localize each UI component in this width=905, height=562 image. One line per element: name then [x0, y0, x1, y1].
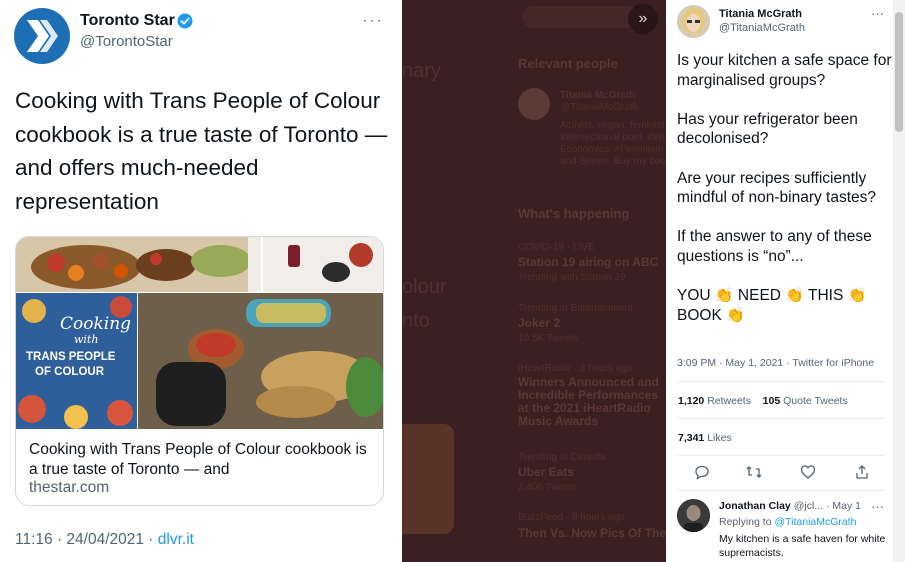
divider — [677, 490, 885, 491]
toronto-star-tweet: Toronto Star @TorontoStar ··· Cooking wi… — [0, 0, 402, 562]
relevant-bio-line: Activist, vegan, feminist. — [560, 120, 666, 131]
book-cover-line3: TRANS PEOPLE — [26, 351, 116, 363]
reply-author[interactable]: Jonathan Clay @jcl... · May 1 — [719, 500, 861, 512]
trend-meta: iHeartRadio · 2 hours ago — [518, 363, 633, 374]
clapping-hands-icon: 👏 — [726, 306, 745, 324]
tweet-timestamp: 11:16 · 24/04/2021 · dlvr.it — [15, 531, 194, 549]
tweet-paragraph: If the answer to any of these questions … — [677, 228, 872, 265]
relevant-person-handle: @TitaniaMcGrath — [560, 102, 639, 113]
author-name[interactable]: Toronto Star — [80, 12, 175, 30]
search-bar — [522, 6, 640, 28]
card-title[interactable]: Cooking with Trans People of Colour cook… — [29, 440, 374, 479]
like-icon[interactable] — [800, 464, 816, 480]
quotes-label: Quote Tweets — [783, 395, 848, 407]
divider — [677, 418, 885, 419]
more-options-icon[interactable]: ··· — [362, 10, 383, 31]
cta-line: YOU 👏 NEED 👏 THIS 👏 BOOK 👏 — [677, 286, 893, 325]
partial-text: nary — [402, 60, 441, 82]
clapping-hands-icon: 👏 — [714, 287, 734, 305]
relevant-bio-line: Economics. #Feminism #A — [560, 144, 666, 155]
tweet-timestamp[interactable]: 3:09 PM · May 1, 2021 · Twitter for iPho… — [677, 357, 874, 369]
trend-thumbnail — [402, 424, 454, 534]
tweet-paragraph: Is your kitchen a safe space for margina… — [677, 52, 892, 89]
trend-title: Joker 2 — [518, 316, 561, 330]
share-icon[interactable] — [854, 464, 870, 480]
replying-handle-link[interactable]: @TitaniaMcGrath — [774, 516, 856, 528]
clapping-hands-icon: 👏 — [847, 287, 867, 305]
tweet-text: Cooking with Trans People of Colour cook… — [15, 88, 388, 214]
cta-word: NEED — [737, 287, 781, 305]
trend-sub: 2,406 Tweets — [518, 482, 578, 493]
article-image-collage: Cooking with TRANS PEOPLE OF COLOUR — [16, 237, 383, 429]
verified-badge-icon — [177, 13, 193, 29]
quotes-count: 105 — [762, 395, 781, 407]
trend-sub: Trending with Station 19 — [518, 272, 626, 283]
divider — [677, 455, 885, 456]
avatar[interactable] — [677, 5, 710, 38]
relevant-people-heading: Relevant people — [518, 56, 618, 71]
tweet-paragraph: Are your recipes sufficiently mindful of… — [677, 169, 877, 207]
retweets-label: Retweets — [707, 395, 751, 407]
trend-title: Then Vs. Now Pics Of The — [518, 526, 666, 540]
dimmed-background: » nary Relevant people Titania McGrath @… — [402, 0, 666, 562]
cta-word: THIS — [808, 287, 844, 305]
scrollbar[interactable] — [893, 0, 905, 562]
relevant-bio-line: Intersectional poet. #Woke — [560, 132, 666, 143]
relevant-person-name: Titania McGrath — [560, 90, 636, 101]
chevron-right-icon[interactable]: » — [628, 4, 658, 34]
reply-author-handle: @jcl... · May 1 — [793, 500, 861, 512]
book-cover-line4: OF COLOUR — [35, 366, 105, 378]
reply-author-name: Jonathan Clay — [719, 500, 791, 512]
cta-word: BOOK — [677, 306, 722, 324]
trend-title: Winners Announced and Incredible Perform… — [518, 375, 659, 428]
trend-meta: COVID-19 · LIVE — [518, 242, 595, 253]
retweet-stats[interactable]: 1,120 Retweets 105 Quote Tweets — [678, 395, 848, 407]
trend-title: Uber Eats — [518, 465, 575, 479]
replying-prefix: Replying to — [719, 516, 775, 528]
trend-meta: BuzzFeed · 8 hours ago — [518, 512, 625, 523]
avatar[interactable] — [677, 499, 710, 532]
more-options-icon[interactable]: ··· — [871, 499, 884, 514]
tweet-text: Is your kitchen a safe space for margina… — [677, 51, 893, 345]
tweet-actions — [694, 464, 870, 482]
reply-icon[interactable] — [694, 464, 710, 480]
author-name[interactable]: Titania McGrath — [719, 8, 802, 20]
author-handle[interactable]: @TitaniaMcGrath — [719, 22, 805, 34]
reply-text: My kitchen is a safe haven for white sup… — [719, 533, 886, 559]
retweet-icon[interactable] — [746, 464, 762, 480]
timestamp-text[interactable]: 11:16 · 24/04/2021 · — [15, 531, 158, 548]
partial-text: nto — [402, 310, 430, 332]
author-handle[interactable]: @TorontoStar — [80, 33, 173, 50]
tweet-paragraph: Has your refrigerator been decolonised? — [677, 110, 858, 148]
whats-happening-heading: What's happening — [518, 206, 630, 221]
book-cover-with: with — [74, 333, 98, 346]
trend-sub: 10.5K Tweets — [518, 333, 579, 344]
replying-to: Replying to @TitaniaMcGrath — [719, 516, 857, 528]
relevant-bio-line: and Series. Buy my book. — [560, 156, 666, 167]
likes-stats[interactable]: 7,341 Likes — [678, 432, 732, 444]
likes-label: Likes — [707, 432, 732, 444]
link-card[interactable]: Cooking with TRANS PEOPLE OF COLOUR Cook… — [15, 236, 384, 506]
divider — [677, 381, 885, 382]
retweets-count: 1,120 — [678, 395, 705, 407]
trend-meta: Trending in Entertainment — [518, 303, 633, 314]
source-link[interactable]: dlvr.it — [158, 531, 194, 548]
trend-title: Station 19 airing on ABC — [518, 255, 659, 269]
scrollbar-thumb[interactable] — [895, 12, 903, 132]
more-options-icon[interactable]: ··· — [871, 6, 884, 21]
partial-text: olour — [402, 276, 447, 298]
clapping-hands-icon: 👏 — [785, 287, 804, 305]
titania-tweet: Titania McGrath @TitaniaMcGrath ··· Is y… — [666, 0, 905, 562]
avatar — [518, 88, 550, 120]
card-domain[interactable]: thestar.com — [29, 479, 109, 497]
trend-meta: Trending in Canada — [518, 452, 606, 463]
toronto-star-avatar[interactable] — [14, 8, 70, 64]
cta-word: YOU — [677, 287, 711, 305]
book-cover-title: Cooking — [60, 314, 131, 334]
likes-count: 7,341 — [678, 432, 705, 444]
